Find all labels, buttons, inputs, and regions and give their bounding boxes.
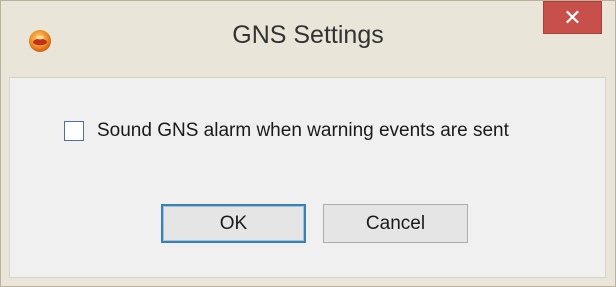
- close-button[interactable]: ✕: [543, 1, 602, 34]
- close-icon: ✕: [563, 4, 582, 30]
- ok-button-label: OK: [219, 212, 248, 234]
- cancel-button[interactable]: Cancel: [323, 204, 468, 243]
- dialog-content: Sound GNS alarm when warning events are …: [9, 77, 606, 278]
- sound-alarm-checkbox[interactable]: [64, 121, 84, 141]
- window-title: GNS Settings: [232, 21, 384, 49]
- sound-alarm-option[interactable]: Sound GNS alarm when warning events are …: [64, 120, 509, 142]
- ok-button[interactable]: OK: [161, 204, 306, 243]
- gns-settings-dialog: GNS Settings ✕ Sound GNS alarm when warn…: [0, 0, 616, 287]
- sound-alarm-label[interactable]: Sound GNS alarm when warning events are …: [97, 120, 509, 142]
- cancel-button-label: Cancel: [365, 212, 426, 234]
- title-bar[interactable]: GNS Settings ✕: [1, 1, 615, 77]
